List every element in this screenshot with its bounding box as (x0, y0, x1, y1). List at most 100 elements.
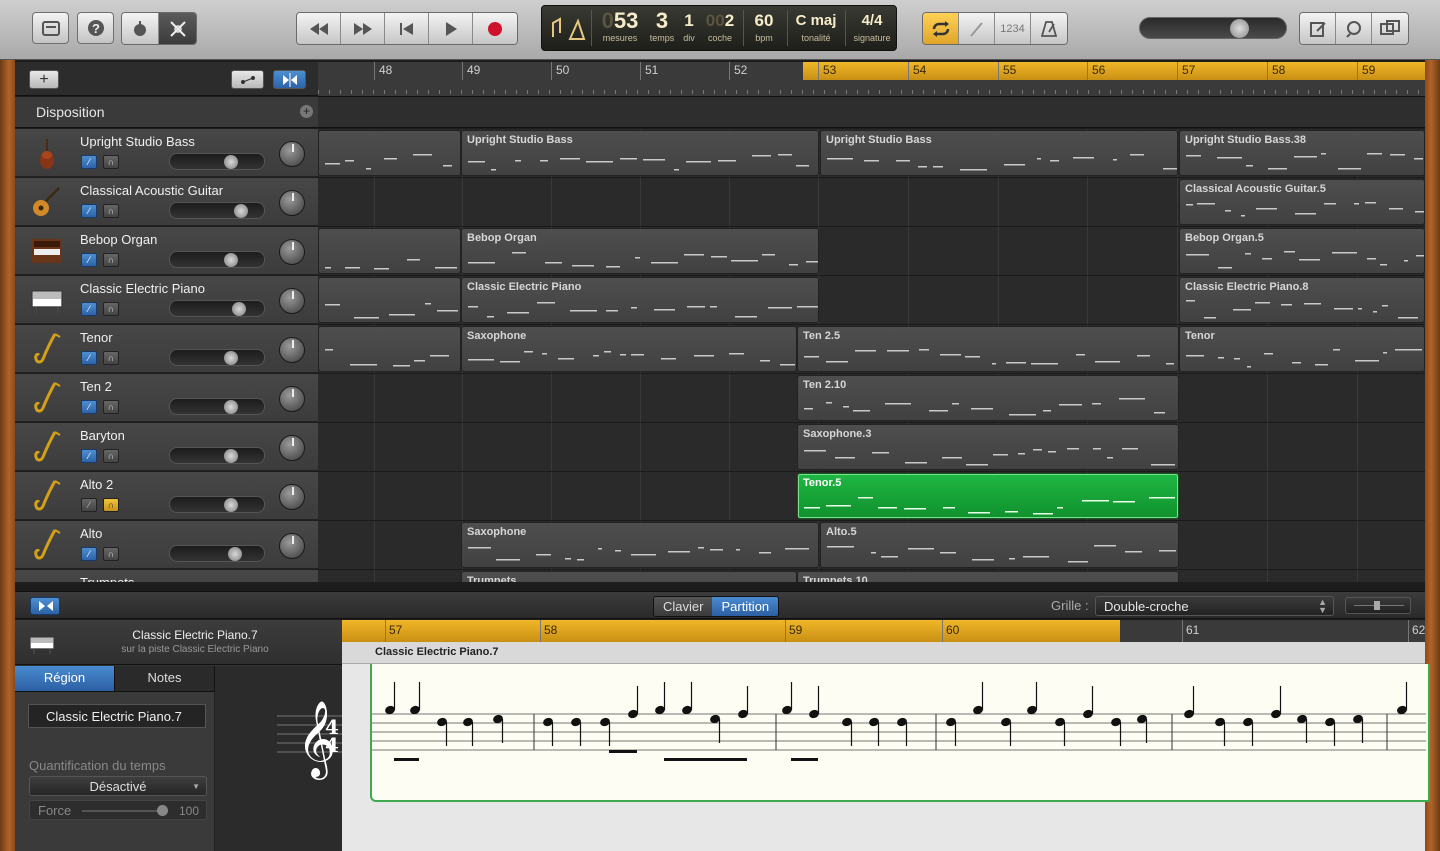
score-note[interactable] (1136, 714, 1148, 743)
track-header[interactable]: Trumpets⁄∩ (15, 570, 318, 582)
mute-button[interactable]: ⁄ (81, 204, 97, 218)
track-volume-slider[interactable] (169, 447, 265, 464)
arrangement-lane[interactable] (318, 97, 1425, 128)
mute-button[interactable]: ⁄ (81, 400, 97, 414)
region[interactable]: Ten 2.5 (797, 326, 1179, 372)
score-note[interactable] (1270, 686, 1282, 719)
region[interactable] (318, 326, 461, 372)
volume-knob[interactable] (224, 351, 238, 365)
volume-knob[interactable] (232, 302, 246, 316)
score-note[interactable] (972, 682, 984, 715)
score-note[interactable] (737, 686, 749, 719)
score-note[interactable] (492, 714, 504, 743)
track-volume-slider[interactable] (169, 545, 265, 562)
strength-slider[interactable]: Force 100 (29, 800, 207, 820)
score-note[interactable] (945, 717, 957, 746)
pan-knob[interactable] (279, 435, 305, 461)
region[interactable]: Tenor.5 (797, 473, 1179, 519)
region[interactable]: Alto.5 (820, 522, 1179, 568)
fast-forward-button[interactable] (341, 13, 385, 44)
solo-button[interactable]: ∩ (103, 302, 119, 316)
track-header[interactable]: Alto 2 ⁄ ∩ (15, 472, 318, 520)
track-header[interactable]: Classical Acoustic Guitar ⁄ ∩ (15, 178, 318, 226)
score-note[interactable] (808, 686, 820, 719)
track-volume-slider[interactable] (169, 349, 265, 366)
score-note[interactable] (1054, 717, 1066, 746)
mute-button[interactable]: ⁄ (81, 449, 97, 463)
region-name-field[interactable]: Classic Electric Piano.7 (28, 704, 206, 728)
track-header[interactable]: Classic Electric Piano ⁄ ∩ (15, 276, 318, 324)
solo-button[interactable]: ∩ (103, 351, 119, 365)
solo-button[interactable]: ∩ (103, 547, 119, 561)
mute-button[interactable]: ⁄ (81, 302, 97, 316)
region[interactable]: Classic Electric Piano (461, 277, 819, 323)
add-arrangement-icon[interactable]: + (300, 105, 313, 118)
region[interactable]: Trumpets.10 (797, 571, 1179, 582)
track-header[interactable]: Ten 2 ⁄ ∩ (15, 374, 318, 422)
track-header[interactable]: Bebop Organ ⁄ ∩ (15, 227, 318, 275)
score-note[interactable] (1082, 686, 1094, 719)
score-note[interactable] (1324, 717, 1336, 746)
smart-controls-button[interactable] (122, 13, 159, 44)
volume-knob[interactable] (228, 547, 242, 561)
tab-notes[interactable]: Notes (115, 666, 215, 692)
track-volume-slider[interactable] (169, 496, 265, 513)
score-note[interactable] (681, 682, 693, 715)
region[interactable]: Saxophone (461, 522, 819, 568)
score-note[interactable] (409, 682, 421, 715)
rewind-button[interactable] (297, 13, 341, 44)
loop-browser-button[interactable] (1336, 13, 1372, 44)
region[interactable]: Upright Studio Bass (461, 130, 819, 176)
region[interactable]: Classic Electric Piano.8 (1179, 277, 1425, 323)
add-track-button[interactable]: + (29, 70, 59, 89)
solo-button[interactable]: ∩ (103, 400, 119, 414)
region[interactable]: Saxophone.3 (797, 424, 1179, 470)
volume-knob[interactable] (234, 204, 248, 218)
score-note[interactable] (570, 717, 582, 746)
grid-select[interactable]: Double-croche ▲ ▼ (1095, 596, 1334, 616)
mute-button[interactable]: ⁄ (81, 498, 97, 512)
automation-button[interactable] (231, 70, 264, 89)
master-volume-slider[interactable] (1139, 17, 1287, 39)
record-button[interactable] (473, 13, 517, 44)
score-note[interactable] (384, 682, 396, 715)
quantize-select[interactable]: Désactivé ▼ (29, 776, 207, 796)
track-header[interactable]: Tenor ⁄ ∩ (15, 325, 318, 373)
pan-knob[interactable] (279, 141, 305, 167)
lcd-display[interactable]: 053 mesures 3 temps 1 div 002 coche 60 bpm C… (541, 5, 897, 51)
mute-button[interactable]: ⁄ (81, 253, 97, 267)
solo-button[interactable]: ∩ (103, 253, 119, 267)
solo-button[interactable]: ∩ (103, 498, 119, 512)
score-note[interactable] (896, 717, 908, 746)
pan-knob[interactable] (279, 239, 305, 265)
volume-knob[interactable] (224, 155, 238, 169)
score-note[interactable] (781, 682, 793, 715)
score-editor[interactable] (342, 664, 1430, 851)
count-in-button[interactable]: 1234 (995, 13, 1031, 44)
help-button[interactable]: ? (77, 12, 114, 44)
volume-knob[interactable] (224, 449, 238, 463)
region[interactable]: Classical Acoustic Guitar.5 (1179, 179, 1425, 225)
editor-catch-button[interactable] (30, 597, 60, 615)
region[interactable]: Ten 2.10 (797, 375, 1179, 421)
editor-zoom-slider[interactable] (1345, 597, 1411, 614)
region[interactable] (318, 277, 461, 323)
region[interactable]: Upright Studio Bass (820, 130, 1178, 176)
library-button[interactable] (32, 12, 69, 44)
mute-button[interactable]: ⁄ (81, 155, 97, 169)
tracks-area[interactable]: Upright Studio Bass Upright Studio Bass Up… (318, 129, 1425, 582)
score-note[interactable] (868, 717, 880, 746)
region[interactable] (318, 228, 461, 274)
track-volume-slider[interactable] (169, 398, 265, 415)
track-volume-slider[interactable] (169, 153, 265, 170)
score-note[interactable] (1396, 682, 1408, 715)
pan-knob[interactable] (279, 337, 305, 363)
track-volume-slider[interactable] (169, 300, 265, 317)
region[interactable]: Saxophone (461, 326, 797, 372)
score-note[interactable] (1026, 682, 1038, 715)
cycle-button[interactable] (923, 13, 959, 44)
tuner-button[interactable] (959, 13, 995, 44)
region[interactable]: Trumpets (461, 571, 797, 582)
media-browser-button[interactable] (1372, 13, 1408, 44)
region[interactable]: Upright Studio Bass.38 (1179, 130, 1425, 176)
